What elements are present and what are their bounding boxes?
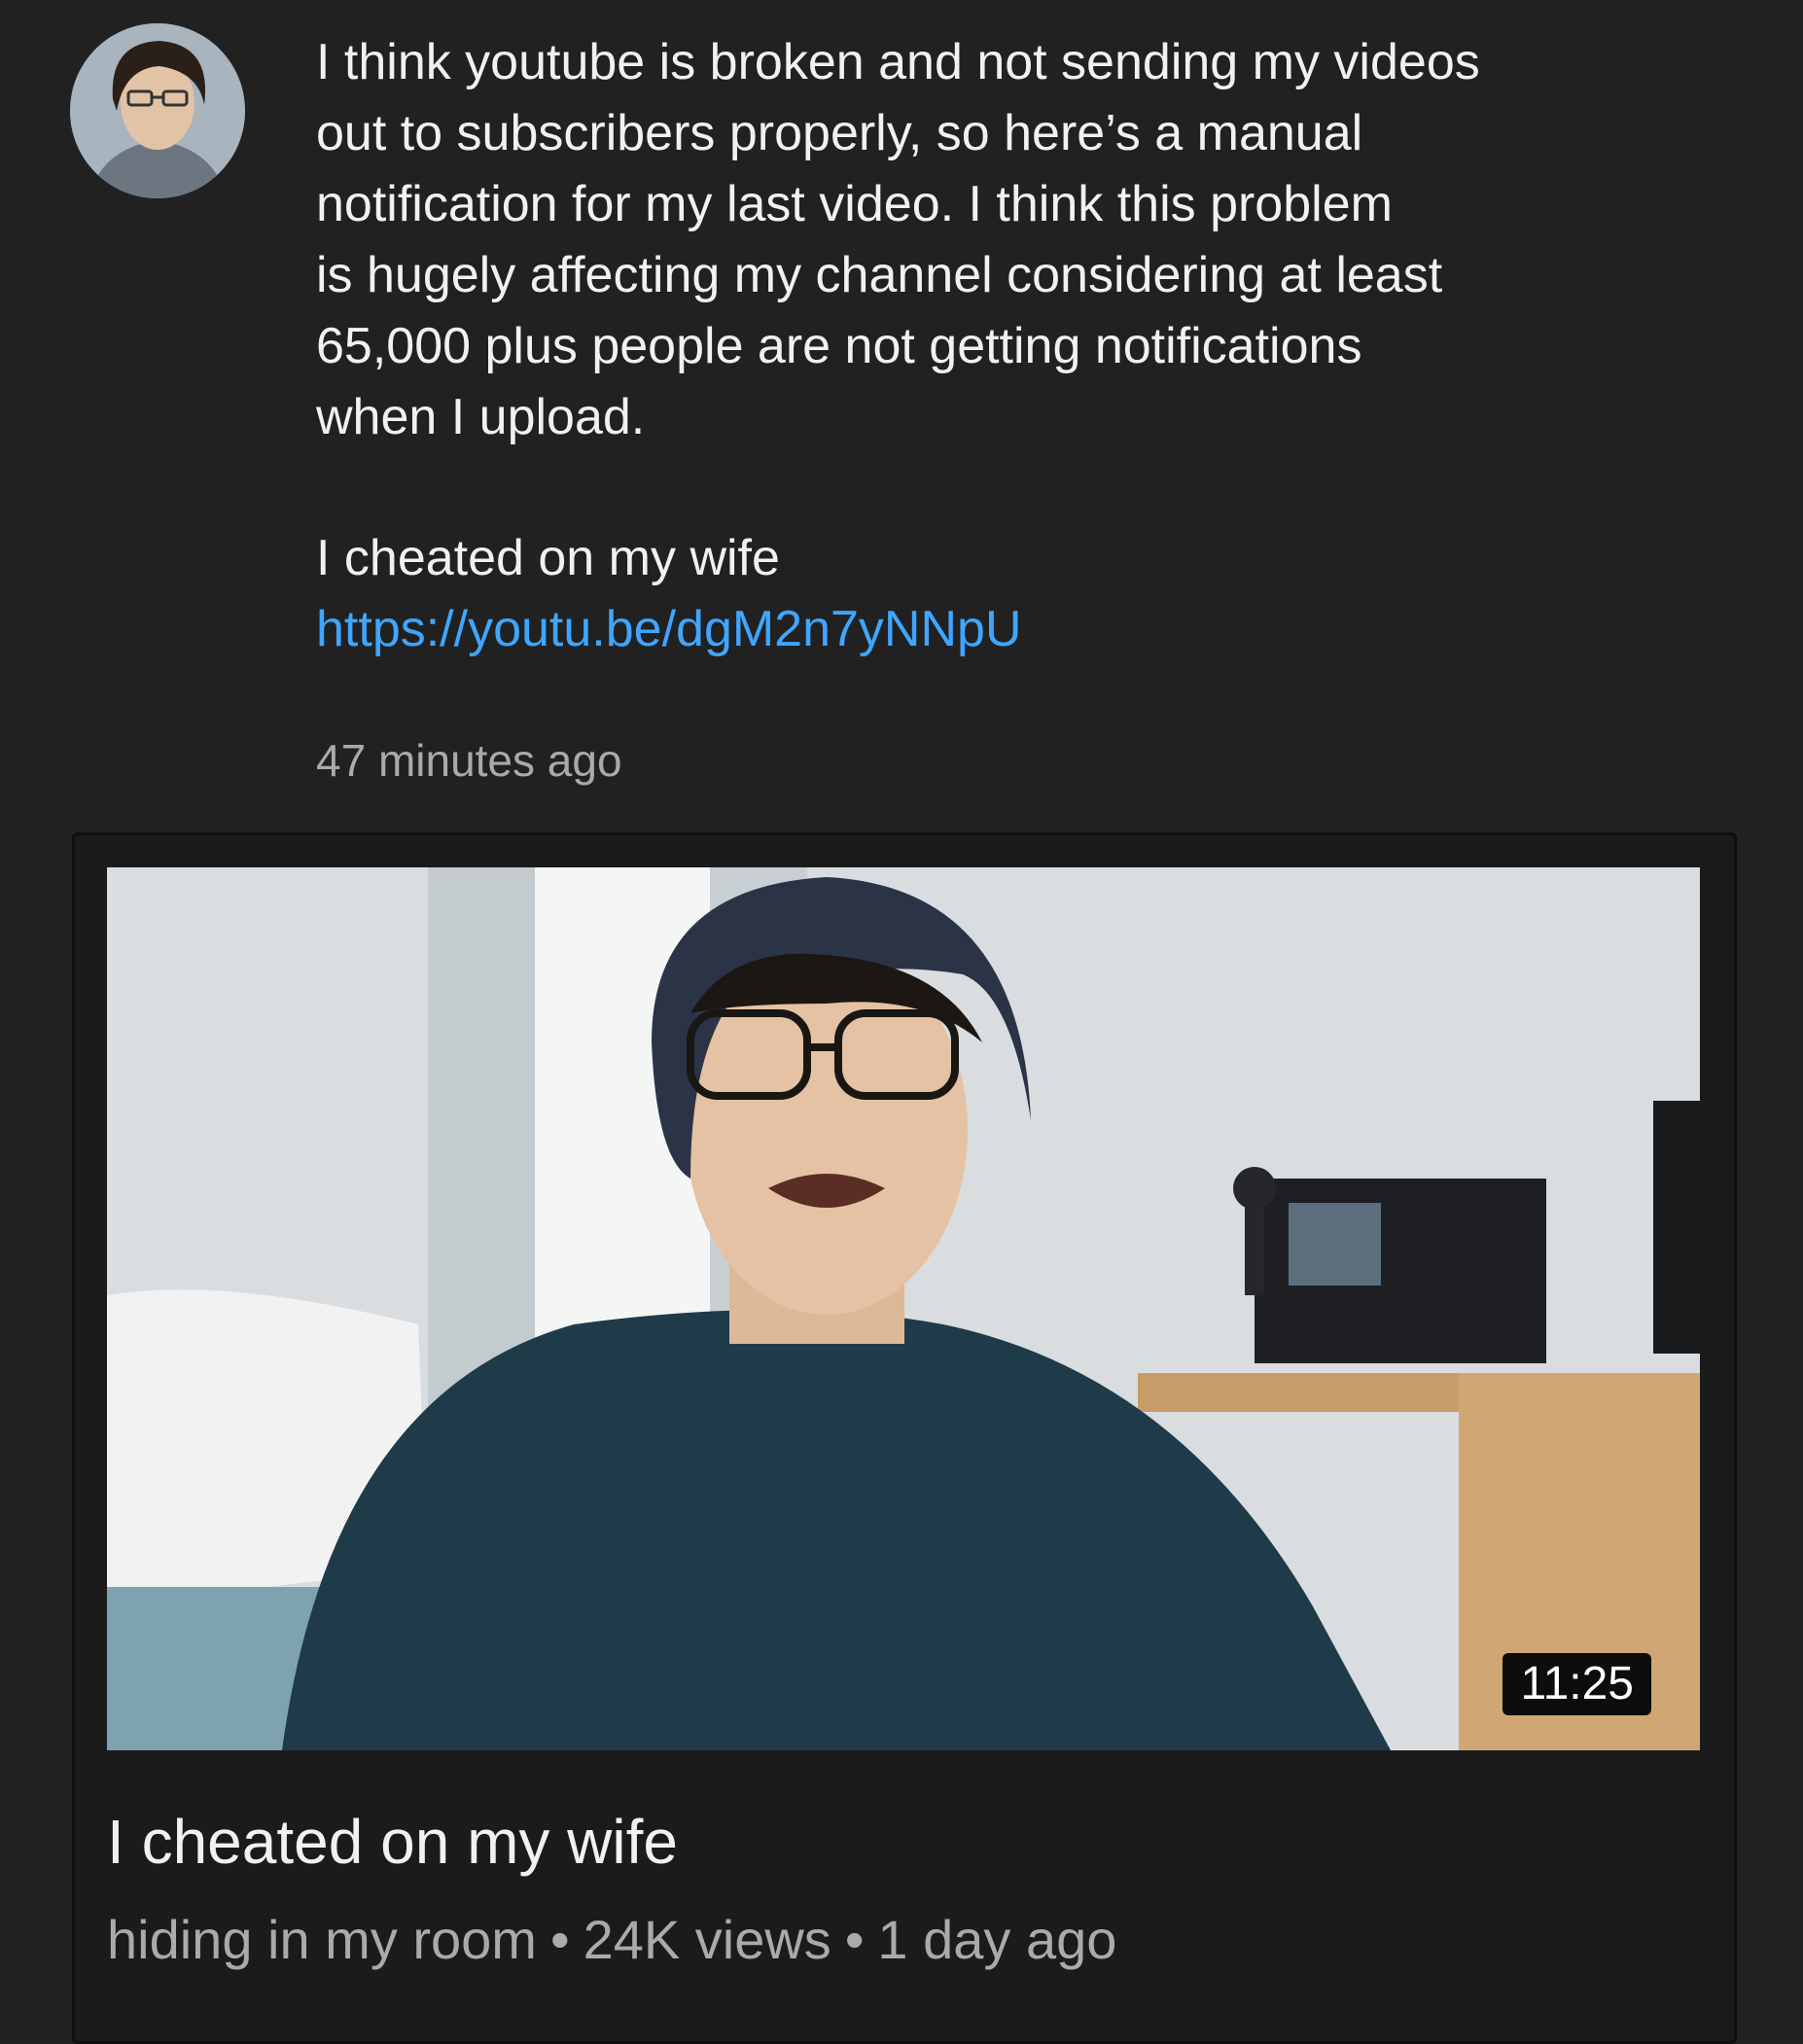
- post-text-line: 65,000 plus people are not getting notif…: [316, 318, 1362, 374]
- post-text-line: out to subscribers properly, so here’s a…: [316, 105, 1363, 161]
- separator-dot: •: [549, 1909, 570, 1970]
- post-text-line: is hugely affecting my channel consideri…: [316, 247, 1443, 303]
- post-timestamp: 47 minutes ago: [316, 735, 622, 786]
- post-text-line: when I upload.: [316, 389, 646, 445]
- post-video-title: I cheated on my wife: [316, 530, 780, 586]
- separator-dot: •: [844, 1909, 865, 1970]
- view-count: 24K views: [583, 1909, 831, 1970]
- video-thumbnail[interactable]: 11:25: [107, 867, 1700, 1750]
- video-card[interactable]: 11:25 I cheated on my wife hiding in my …: [72, 832, 1737, 2044]
- video-link[interactable]: https://youtu.be/dgM2n7yNNpU: [316, 594, 1022, 665]
- upload-time: 1 day ago: [877, 1909, 1117, 1970]
- video-metadata: hiding in my room • 24K views • 1 day ago: [107, 1906, 1116, 1974]
- channel-name[interactable]: hiding in my room: [107, 1909, 537, 1970]
- post-text-line: notification for my last video. I think …: [316, 176, 1393, 232]
- video-title[interactable]: I cheated on my wife: [107, 1803, 678, 1881]
- channel-avatar[interactable]: [70, 23, 245, 198]
- post-text-line: I think youtube is broken and not sendin…: [316, 34, 1480, 90]
- duration-badge: 11:25: [1502, 1653, 1651, 1715]
- post-body: I think youtube is broken and not sendin…: [316, 27, 1755, 786]
- avatar-image: [70, 23, 245, 198]
- post-text: I think youtube is broken and not sendin…: [316, 27, 1755, 453]
- thumbnail-image: [107, 867, 1700, 1750]
